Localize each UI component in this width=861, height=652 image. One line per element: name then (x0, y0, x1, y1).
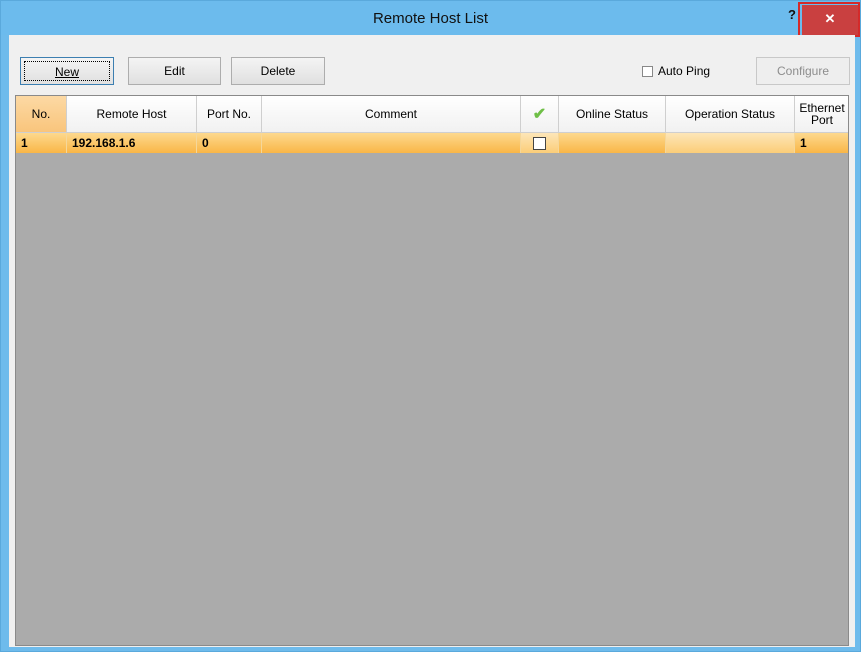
column-header-comment[interactable]: Comment (262, 96, 521, 133)
dialog-body: New Edit Delete Auto Ping Configure No. … (9, 35, 855, 647)
auto-ping-checkbox-box[interactable] (642, 65, 653, 77)
grid-header: No. Remote Host Port No. Comment ✔ Onlin… (16, 96, 848, 133)
configure-button[interactable]: Configure (756, 57, 850, 85)
cell-online-status[interactable] (559, 133, 666, 153)
cell-operation-status[interactable] (666, 133, 795, 153)
title-bar[interactable]: Remote Host List ? ✕ (1, 1, 860, 37)
cell-check[interactable] (521, 133, 559, 153)
cell-ethernet-port[interactable]: 1 (795, 133, 848, 153)
remote-host-list-window: Remote Host List ? ✕ New Edit Delete Aut… (0, 0, 861, 652)
close-icon: ✕ (824, 11, 836, 26)
new-button-label: New (54, 65, 79, 79)
edit-button-label: Edit (164, 64, 185, 78)
column-header-ethernet-port[interactable]: Ethernet Port (795, 96, 848, 133)
auto-ping-label: Auto Ping (658, 64, 711, 78)
cell-comment[interactable] (262, 133, 521, 153)
window-title: Remote Host List (372, 10, 489, 27)
edit-button[interactable]: Edit (128, 57, 221, 85)
auto-ping-checkbox[interactable]: Auto Ping (642, 63, 710, 79)
configure-button-label: Configure (776, 64, 830, 78)
column-header-remote-host[interactable]: Remote Host (67, 96, 197, 133)
remote-host-grid[interactable]: No. Remote Host Port No. Comment ✔ Onlin… (15, 95, 849, 646)
ethernet-port-header-line2: Port (810, 113, 833, 127)
row-checkbox[interactable] (533, 136, 546, 150)
column-header-online-status[interactable]: Online Status (559, 96, 666, 133)
cell-no[interactable]: 1 (16, 133, 67, 153)
table-row[interactable]: 1 192.168.1.6 0 1 (16, 133, 848, 153)
cell-port-no[interactable]: 0 (197, 133, 262, 153)
check-icon: ✔ (532, 106, 547, 123)
column-header-port-no[interactable]: Port No. (197, 96, 262, 133)
cell-remote-host[interactable]: 192.168.1.6 (67, 133, 197, 153)
delete-button[interactable]: Delete (231, 57, 325, 85)
column-header-operation-status[interactable]: Operation Status (666, 96, 795, 133)
new-button[interactable]: New (20, 57, 114, 85)
help-button[interactable]: ? (784, 7, 800, 27)
close-button[interactable]: ✕ (802, 5, 858, 35)
delete-button-label: Delete (260, 64, 296, 78)
toolbar: New Edit Delete Auto Ping Configure (9, 35, 855, 93)
column-header-check[interactable]: ✔ (521, 96, 559, 133)
column-header-no[interactable]: No. (16, 96, 67, 133)
